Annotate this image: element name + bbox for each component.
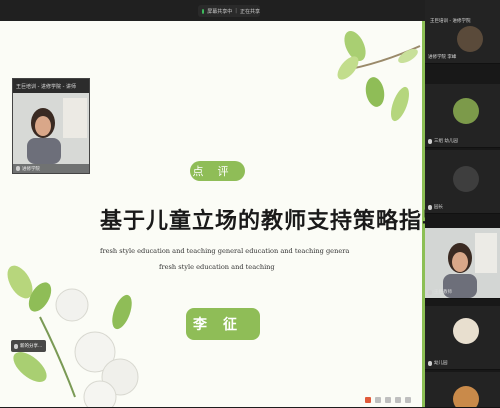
participant-sidebar: 王巨培训 - 进修学院 进修学院 李峰 三组 幼儿园 园长 王巨教师 幼儿园 (425, 0, 500, 408)
slide-toolbar (365, 394, 420, 405)
share-action-text[interactable]: 正在共享 (240, 8, 260, 15)
participant-label: 王巨培训 - 进修学院 (430, 19, 471, 24)
presenter-video (13, 93, 89, 164)
avatar (453, 386, 479, 407)
mic-icon (428, 360, 432, 366)
participant-name: 进修学院 李峰 (428, 55, 457, 60)
screen-share-indicator[interactable]: 屏幕共享中 | 正在共享 (198, 5, 260, 17)
mic-icon (16, 166, 20, 171)
presenter-camera-title: 王巨培训 - 进修学院 - 讲师 (16, 83, 76, 90)
review-tag: 点评 (190, 161, 245, 181)
leaf-branch-illustration (337, 31, 421, 122)
participant-name: 三组 幼儿园 (434, 139, 458, 144)
share-notification-text: 新的分享... (20, 344, 43, 349)
avatar (457, 26, 483, 52)
pointer-icon[interactable] (385, 396, 391, 403)
avatar (453, 98, 479, 124)
share-notification[interactable]: 新的分享... (11, 340, 46, 352)
slide-title: 基于儿童立场的教师支持策略指导 (100, 208, 425, 234)
participant-tile-active[interactable]: 王巨教师 (425, 228, 500, 299)
presenter-camera-footer: 进修学院 (13, 164, 89, 173)
speaker-name-badge: 李征 (186, 308, 260, 340)
participant-tile[interactable]: 王巨培训 - 进修学院 进修学院 李峰 (425, 0, 500, 64)
mic-icon (428, 138, 432, 144)
mic-icon (428, 289, 432, 295)
participant-tile[interactable]: 幼儿园 (425, 306, 500, 370)
presenter-camera-header: 王巨培训 - 进修学院 - 讲师 (13, 79, 89, 93)
grid-icon[interactable] (395, 396, 401, 403)
slide-subtitle-1: fresh style education and teaching gener… (100, 247, 350, 255)
participant-name: 园长 (434, 205, 443, 210)
fullscreen-icon[interactable] (405, 396, 411, 403)
pen-icon[interactable] (375, 396, 381, 403)
presenter-name: 进修学院 (22, 166, 40, 172)
avatar (453, 166, 479, 192)
cotton-flower-illustration (7, 265, 139, 407)
mic-icon (14, 343, 18, 349)
participant-name: 王巨教师 (434, 290, 452, 295)
mic-icon (428, 204, 432, 210)
share-status-text: 屏幕共享中 (207, 8, 233, 15)
participant-tile[interactable]: 三组 幼儿园 (425, 84, 500, 148)
share-separator: | (235, 8, 237, 14)
participant-tile[interactable] (425, 372, 500, 408)
avatar (453, 318, 479, 344)
app-logo-icon[interactable] (365, 396, 371, 403)
presenter-camera[interactable]: 王巨培训 - 进修学院 - 讲师 进修学院 (12, 78, 90, 174)
share-status-dot (202, 8, 205, 14)
participant-name: 幼儿园 (434, 361, 448, 366)
slide-subtitle-2: fresh style education and teaching (159, 263, 275, 271)
participant-tile[interactable]: 园长 (425, 150, 500, 214)
participant-video (425, 228, 500, 298)
